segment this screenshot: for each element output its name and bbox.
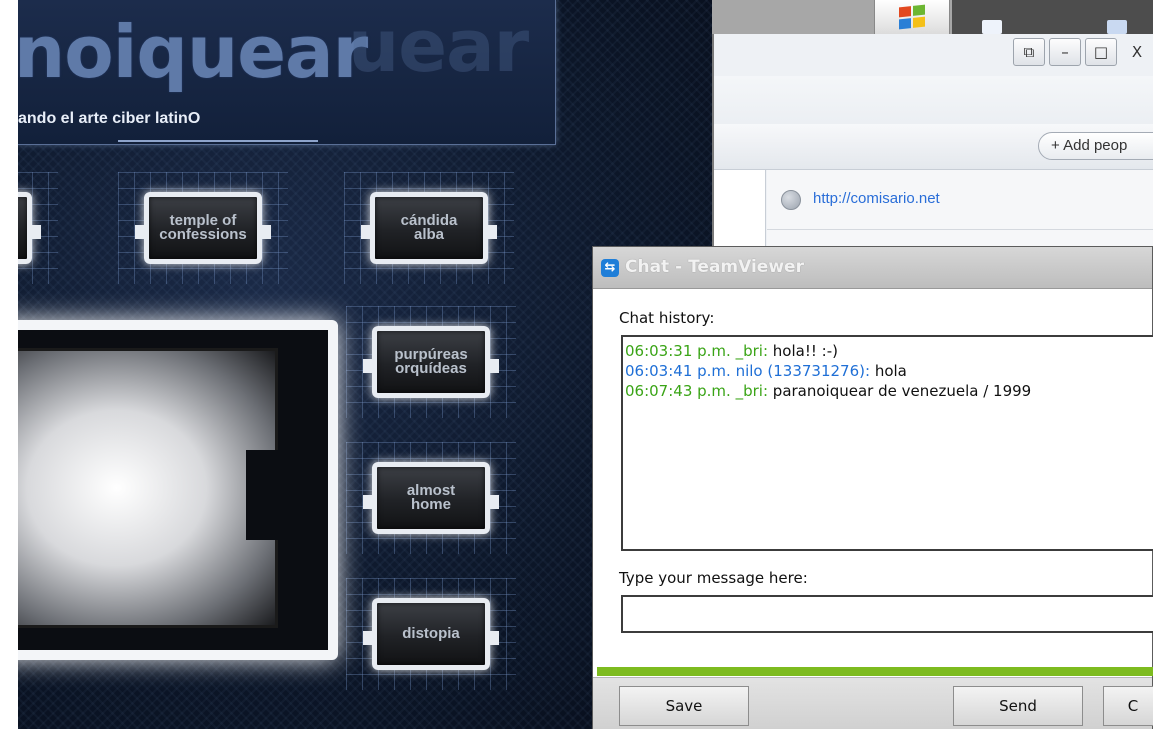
- message-input[interactable]: [621, 595, 1153, 633]
- nav-button-purpureas-orquideas[interactable]: purpúreas orquídeas: [363, 326, 499, 398]
- message-time: 06:03:31 p.m.: [625, 342, 731, 360]
- tile-candida-alba[interactable]: cándida alba: [344, 172, 514, 284]
- close-button[interactable]: X: [1121, 38, 1153, 66]
- tile-purpureas-orquideas[interactable]: purpúreas orquídeas: [346, 306, 516, 418]
- teamviewer-icon: ⇆: [601, 259, 619, 277]
- message-nick: _bri:: [735, 342, 769, 360]
- chat-history-label: Chat history:: [619, 309, 715, 327]
- chat-window-title: Chat - TeamViewer: [625, 257, 804, 277]
- site-logo-ghost: uear: [348, 4, 529, 88]
- taskbar-tab[interactable]: [952, 0, 1153, 34]
- tagline-underline: [118, 140, 318, 142]
- featured-image[interactable]: [18, 348, 278, 628]
- message-input-label: Type your message here:: [619, 569, 808, 587]
- maximize-button[interactable]: □: [1085, 38, 1117, 66]
- message-time: 06:07:43 p.m.: [625, 382, 731, 400]
- message-time: 06:03:41 p.m.: [625, 362, 731, 380]
- chat-message: 06:03:31 p.m. _bri: hola!! :-): [625, 341, 1153, 361]
- tile-almost-home[interactable]: almost home: [346, 442, 516, 554]
- tile-distopia[interactable]: distopia: [346, 578, 516, 690]
- message-text: paranoiquear de venezuela / 1999: [772, 382, 1032, 400]
- site-tagline: ando el arte ciber latinO: [18, 110, 201, 127]
- chat-history[interactable]: 06:03:31 p.m. _bri: hola!! :-) 06:03:41 …: [621, 335, 1153, 551]
- add-people-button[interactable]: + Add peop: [1038, 132, 1153, 160]
- link-list-item[interactable]: http://comisario.net: [767, 170, 1153, 230]
- close-chat-button[interactable]: C: [1103, 686, 1153, 726]
- chat-progress-bar: [597, 667, 1153, 676]
- featured-image-frame[interactable]: [18, 320, 338, 660]
- document-icon: [982, 20, 1002, 34]
- message-text: hola!! :-): [772, 342, 838, 360]
- nav-button-candida-alba[interactable]: cándida alba: [361, 192, 497, 264]
- save-button[interactable]: Save: [619, 686, 749, 726]
- nav-button-partial[interactable]: [18, 192, 41, 264]
- site-header: noiquear uear ando el arte ciber latinO: [18, 0, 556, 145]
- send-button[interactable]: Send: [953, 686, 1083, 726]
- globe-icon: [781, 190, 801, 210]
- teamviewer-chat-window: ⇆ Chat - TeamViewer Chat history: 06:03:…: [592, 246, 1153, 729]
- message-text: hola: [874, 362, 907, 380]
- chat-titlebar[interactable]: ⇆ Chat - TeamViewer: [593, 247, 1152, 289]
- site-logo: noiquear: [18, 10, 368, 94]
- frame-notch: [246, 450, 306, 540]
- link-url[interactable]: http://comisario.net: [813, 190, 940, 207]
- restore-button[interactable]: ⧉: [1013, 38, 1045, 66]
- nav-button-temple-of-confessions[interactable]: temple of confessions: [135, 192, 271, 264]
- tile-temple-of-confessions[interactable]: temple of confessions: [118, 172, 288, 284]
- chat-body: Chat history: 06:03:31 p.m. _bri: hola!!…: [593, 289, 1153, 729]
- message-nick: nilo (133731276):: [735, 362, 871, 380]
- windows-flag-icon[interactable]: [874, 0, 950, 34]
- nav-button-almost-home[interactable]: almost home: [363, 462, 499, 534]
- document-icon: [1107, 20, 1127, 34]
- nav-button-distopia[interactable]: distopia: [363, 598, 499, 670]
- chat-message: 06:07:43 p.m. _bri: paranoiquear de vene…: [625, 381, 1153, 401]
- chat-message: 06:03:41 p.m. nilo (133731276): hola: [625, 361, 1153, 381]
- window-controls: ⧉ – □ X: [1013, 38, 1153, 66]
- minimize-button[interactable]: –: [1049, 38, 1081, 66]
- message-nick: _bri:: [735, 382, 769, 400]
- chat-footer: Save Send C: [593, 677, 1153, 729]
- tile-partial[interactable]: [18, 172, 58, 284]
- windows-logo-icon: [899, 4, 925, 30]
